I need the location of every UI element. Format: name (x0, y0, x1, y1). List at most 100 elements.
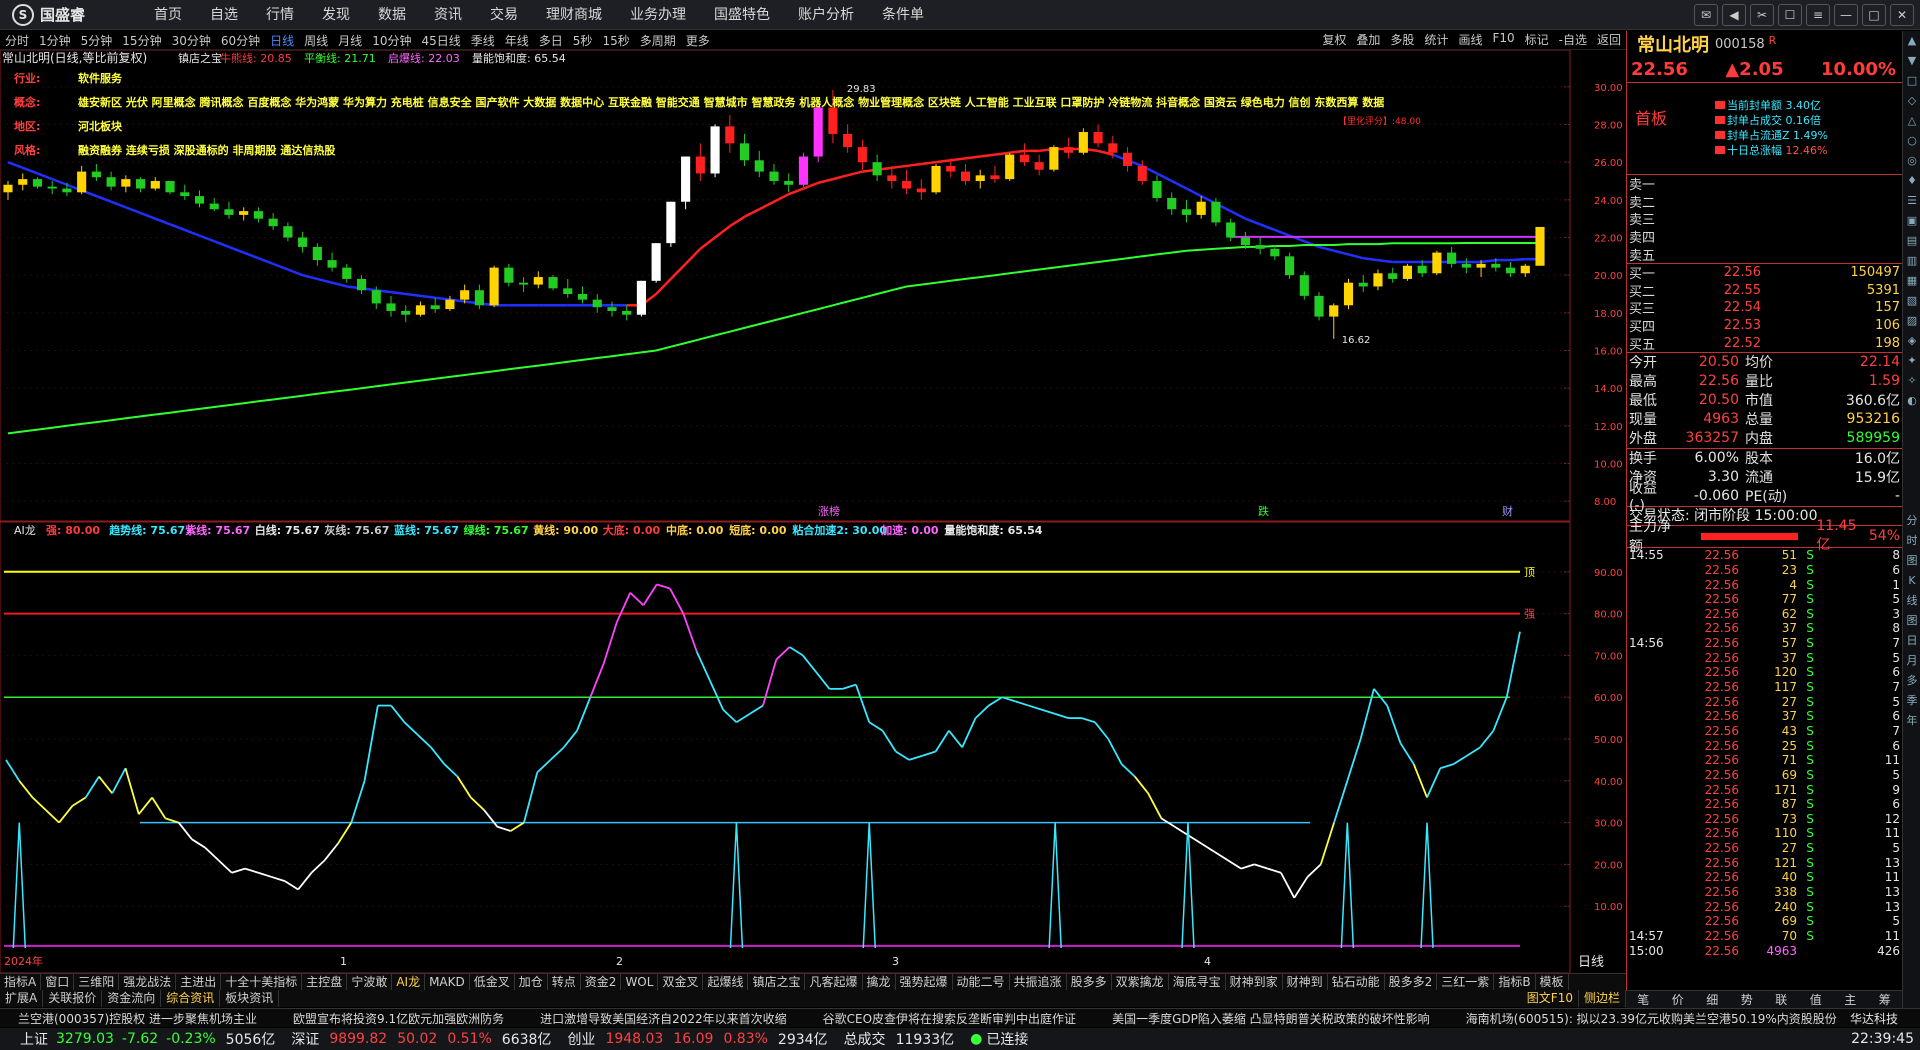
ask-row-2[interactable]: 卖三 (1627, 210, 1902, 228)
indicator-tab-27[interactable]: 财神到 (1283, 974, 1328, 990)
period-14[interactable]: 5秒 (568, 32, 598, 49)
indicator-tab-3[interactable]: 强龙战法 (119, 974, 177, 990)
period-11[interactable]: 季线 (466, 32, 500, 49)
indicator-tab-8[interactable]: AI龙 (392, 974, 426, 990)
period-2[interactable]: 5分钟 (76, 32, 118, 49)
tool-7[interactable]: -自选 (1554, 31, 1592, 48)
indicator-tab-0[interactable]: 指标A (0, 974, 42, 990)
period-10[interactable]: 45日线 (416, 32, 465, 49)
period-17[interactable]: 更多 (681, 32, 715, 49)
indicator-tab-15[interactable]: 双金叉 (658, 974, 704, 990)
sidebar-icon-14[interactable]: ▨ (1903, 311, 1920, 331)
period-12[interactable]: 年线 (500, 32, 534, 49)
indicator-tab-2[interactable]: 三维阳 (74, 974, 120, 990)
sidebar-icon-10[interactable]: ▤ (1903, 231, 1920, 251)
indicator-tab-29[interactable]: 股多多2 (1385, 974, 1438, 990)
period-3[interactable]: 15分钟 (117, 32, 166, 49)
period-16[interactable]: 多周期 (635, 32, 681, 49)
indicator-tab-32[interactable]: 模板 (1536, 974, 1569, 990)
indicator-tab-21[interactable]: 动能二号 (953, 974, 1010, 990)
bid-row-1[interactable]: 买二 22.55 5391 (1627, 282, 1902, 300)
period-6[interactable]: 日线 (265, 32, 299, 49)
sidebar-label-7[interactable]: 月 (1903, 651, 1920, 671)
sidebar-icon-17[interactable]: ✧ (1903, 371, 1920, 391)
tool-8[interactable]: 返回 (1592, 31, 1626, 48)
tool-1[interactable]: 叠加 (1351, 31, 1385, 48)
tool-3[interactable]: 统计 (1419, 31, 1453, 48)
sidebar-icon-4[interactable]: △ (1903, 111, 1920, 131)
event-marker-1[interactable]: 跌 (1258, 504, 1269, 518)
sidebar-label-1[interactable]: 时 (1903, 531, 1920, 551)
layout-tab-2[interactable]: 资金流向 (102, 990, 162, 1007)
event-marker-2[interactable]: 财 (1502, 504, 1513, 518)
index-0[interactable]: 上证 3279.03 -7.62 -0.23% 5056亿 (20, 1029, 275, 1049)
indicator-tab-20[interactable]: 强势起爆 (896, 974, 953, 990)
period-9[interactable]: 10分钟 (367, 32, 416, 49)
sidebar-icon-15[interactable]: ◈ (1903, 331, 1920, 351)
indicator-tab-23[interactable]: 股多多 (1067, 974, 1112, 990)
ask-row-4[interactable]: 卖五 (1627, 245, 1902, 264)
news-right-label[interactable]: 华达科技 (1832, 1010, 1916, 1027)
tool-2[interactable]: 多股 (1385, 31, 1419, 48)
indicator-tab-16[interactable]: 起爆线 (703, 974, 749, 990)
indicator-tab-10[interactable]: 低金叉 (470, 974, 515, 990)
news-item-2[interactable]: 进口激增导致美国经济自2022年以来首次收缩 (522, 1010, 805, 1027)
sidebar-label-4[interactable]: 线 (1903, 591, 1920, 611)
indicator-tab-11[interactable]: 加仓 (515, 974, 548, 990)
quote-tab-1[interactable]: 价 (1661, 991, 1696, 1008)
period-5[interactable]: 60分钟 (216, 32, 265, 49)
period-15[interactable]: 15秒 (597, 32, 634, 49)
indicator-tab-17[interactable]: 镇店之宝 (748, 974, 806, 990)
period-4[interactable]: 30分钟 (167, 32, 216, 49)
indicator-tab-22[interactable]: 共振追涨 (1010, 974, 1067, 990)
sidebar-icon-13[interactable]: ▧ (1903, 291, 1920, 311)
index-2[interactable]: 创业 1948.03 16.09 0.83% 2934亿 (567, 1029, 827, 1049)
layout-tab-4[interactable]: 板块资讯 (220, 990, 280, 1007)
quote-tab-5[interactable]: 值 (1799, 991, 1834, 1008)
indicator-tab-13[interactable]: 资金2 (581, 974, 622, 990)
minimize-icon[interactable]: — (1834, 4, 1858, 26)
sidebar-label-9[interactable]: 季 (1903, 691, 1920, 711)
quote-tab-0[interactable]: 笔 (1626, 991, 1661, 1008)
indicator-tab-1[interactable]: 窗口 (41, 974, 75, 990)
layout-tab-0[interactable]: 扩展A (0, 990, 44, 1007)
sidebar-icon-3[interactable]: ◇ (1903, 91, 1920, 111)
news-item-0[interactable]: 兰空港(000357)控股权 进一步聚焦机场主业 (0, 1010, 275, 1027)
menu-item-7[interactable]: 理财商城 (532, 0, 616, 30)
news-item-1[interactable]: 欧盟宣布将投资9.1亿欧元加强欧洲防务 (275, 1010, 522, 1027)
sidebar-label-5[interactable]: 图 (1903, 611, 1920, 631)
indicator-tab-28[interactable]: 钻石动能 (1328, 974, 1385, 990)
settings-icon[interactable]: ≡ (1806, 4, 1830, 26)
quote-tab-2[interactable]: 细 (1695, 991, 1730, 1008)
period-1[interactable]: 1分钟 (34, 32, 76, 49)
indicator-tab-4[interactable]: 主进出 (176, 974, 222, 990)
period-8[interactable]: 月线 (333, 32, 367, 49)
indicator-tab-12[interactable]: 转点 (548, 974, 581, 990)
bid-row-0[interactable]: 买一 22.56 150497 (1627, 264, 1902, 282)
ask-row-0[interactable]: 卖一 (1627, 175, 1902, 193)
sidebar-icon-7[interactable]: ♦ (1903, 171, 1920, 191)
ask-row-3[interactable]: 卖四 (1627, 228, 1902, 246)
message-icon[interactable]: ✉ (1694, 4, 1718, 26)
menu-item-10[interactable]: 账户分析 (784, 0, 868, 30)
sidebar-icon-5[interactable]: ○ (1903, 131, 1920, 151)
indicator-tab-14[interactable]: WOL (621, 974, 659, 990)
sidebar-label-10[interactable]: 年 (1903, 711, 1920, 731)
period-7[interactable]: 周线 (299, 32, 333, 49)
tool-0[interactable]: 复权 (1317, 31, 1351, 48)
menu-item-8[interactable]: 业务办理 (616, 0, 700, 30)
sidebar-label-6[interactable]: 日 (1903, 631, 1920, 651)
maximize-icon[interactable]: □ (1862, 4, 1886, 26)
menu-item-5[interactable]: 资讯 (420, 0, 476, 30)
indicator-tab-31[interactable]: 指标B (1494, 974, 1536, 990)
tool-4[interactable]: 画线 (1453, 31, 1487, 48)
quote-tab-3[interactable]: 势 (1730, 991, 1765, 1008)
sidebar-label-8[interactable]: 多 (1903, 671, 1920, 691)
kline-chart-area[interactable]: 常山北明(日线,等比前复权) 镇店之宝牛熊线: 20.85 平衡线: 21.71 启… (0, 50, 1626, 981)
indicator-tab-24[interactable]: 双紫擒龙 (1112, 974, 1169, 990)
sidebar-label-2[interactable]: 图 (1903, 551, 1920, 571)
sidebar-icon-6[interactable]: ◎ (1903, 151, 1920, 171)
sidebar-icon-0[interactable]: ▲ (1903, 31, 1920, 51)
indicator-tab-5[interactable]: 十全十美指标 (221, 974, 303, 990)
indicator-tab-26[interactable]: 财神到家 (1226, 974, 1283, 990)
